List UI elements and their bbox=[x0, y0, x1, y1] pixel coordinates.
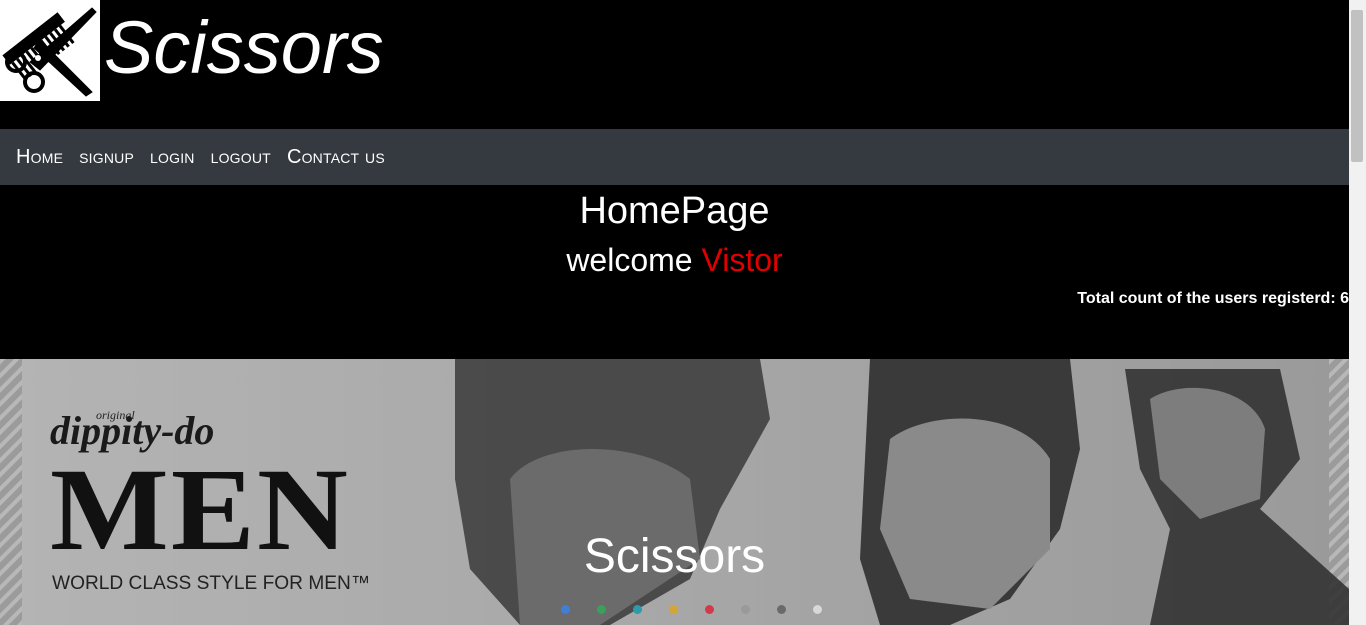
carousel-indicator-1[interactable] bbox=[561, 605, 570, 614]
carousel-indicator-6[interactable] bbox=[741, 605, 750, 614]
carousel-indicator-2[interactable] bbox=[597, 605, 606, 614]
carousel-indicator-5[interactable] bbox=[705, 605, 714, 614]
scrollbar[interactable] bbox=[1349, 0, 1366, 625]
nav-login[interactable]: login bbox=[150, 146, 195, 169]
brand-title: Scissors bbox=[104, 6, 384, 89]
nav-signup[interactable]: signup bbox=[79, 146, 134, 169]
scrollbar-thumb[interactable] bbox=[1351, 10, 1363, 162]
nav-logout[interactable]: logout bbox=[211, 146, 271, 169]
navbar: Home signup login logout Contact us bbox=[0, 129, 1349, 185]
carousel-caption: Scissors bbox=[583, 530, 766, 583]
user-count: Total count of the users registerd: 6 bbox=[1077, 290, 1349, 307]
carousel-indicator-3[interactable] bbox=[633, 605, 642, 614]
visitor-name: Vistor bbox=[701, 242, 783, 278]
carousel-indicator-4[interactable] bbox=[669, 605, 678, 614]
page: Scissors Home signup login logout Contac… bbox=[0, 0, 1349, 625]
carousel-indicator-8[interactable] bbox=[813, 605, 822, 614]
header: Scissors bbox=[0, 0, 1349, 129]
logo[interactable] bbox=[0, 0, 100, 101]
page-title: HomePage bbox=[579, 190, 770, 232]
nav-contact-us[interactable]: Contact us bbox=[287, 146, 385, 169]
carousel-indicator-7[interactable] bbox=[777, 605, 786, 614]
carousel-slide-image: original dippity-do MEN WORLD CLASS STYL… bbox=[0, 359, 1349, 625]
carousel[interactable]: original dippity-do MEN WORLD CLASS STYL… bbox=[0, 359, 1349, 625]
welcome-section: HomePage welcome Vistor Total count of t… bbox=[0, 185, 1349, 359]
welcome-text: welcome bbox=[566, 242, 693, 278]
comb-scissors-icon bbox=[2, 7, 97, 97]
welcome-line: welcome Vistor bbox=[0, 240, 1349, 280]
nav-home[interactable]: Home bbox=[16, 146, 63, 169]
